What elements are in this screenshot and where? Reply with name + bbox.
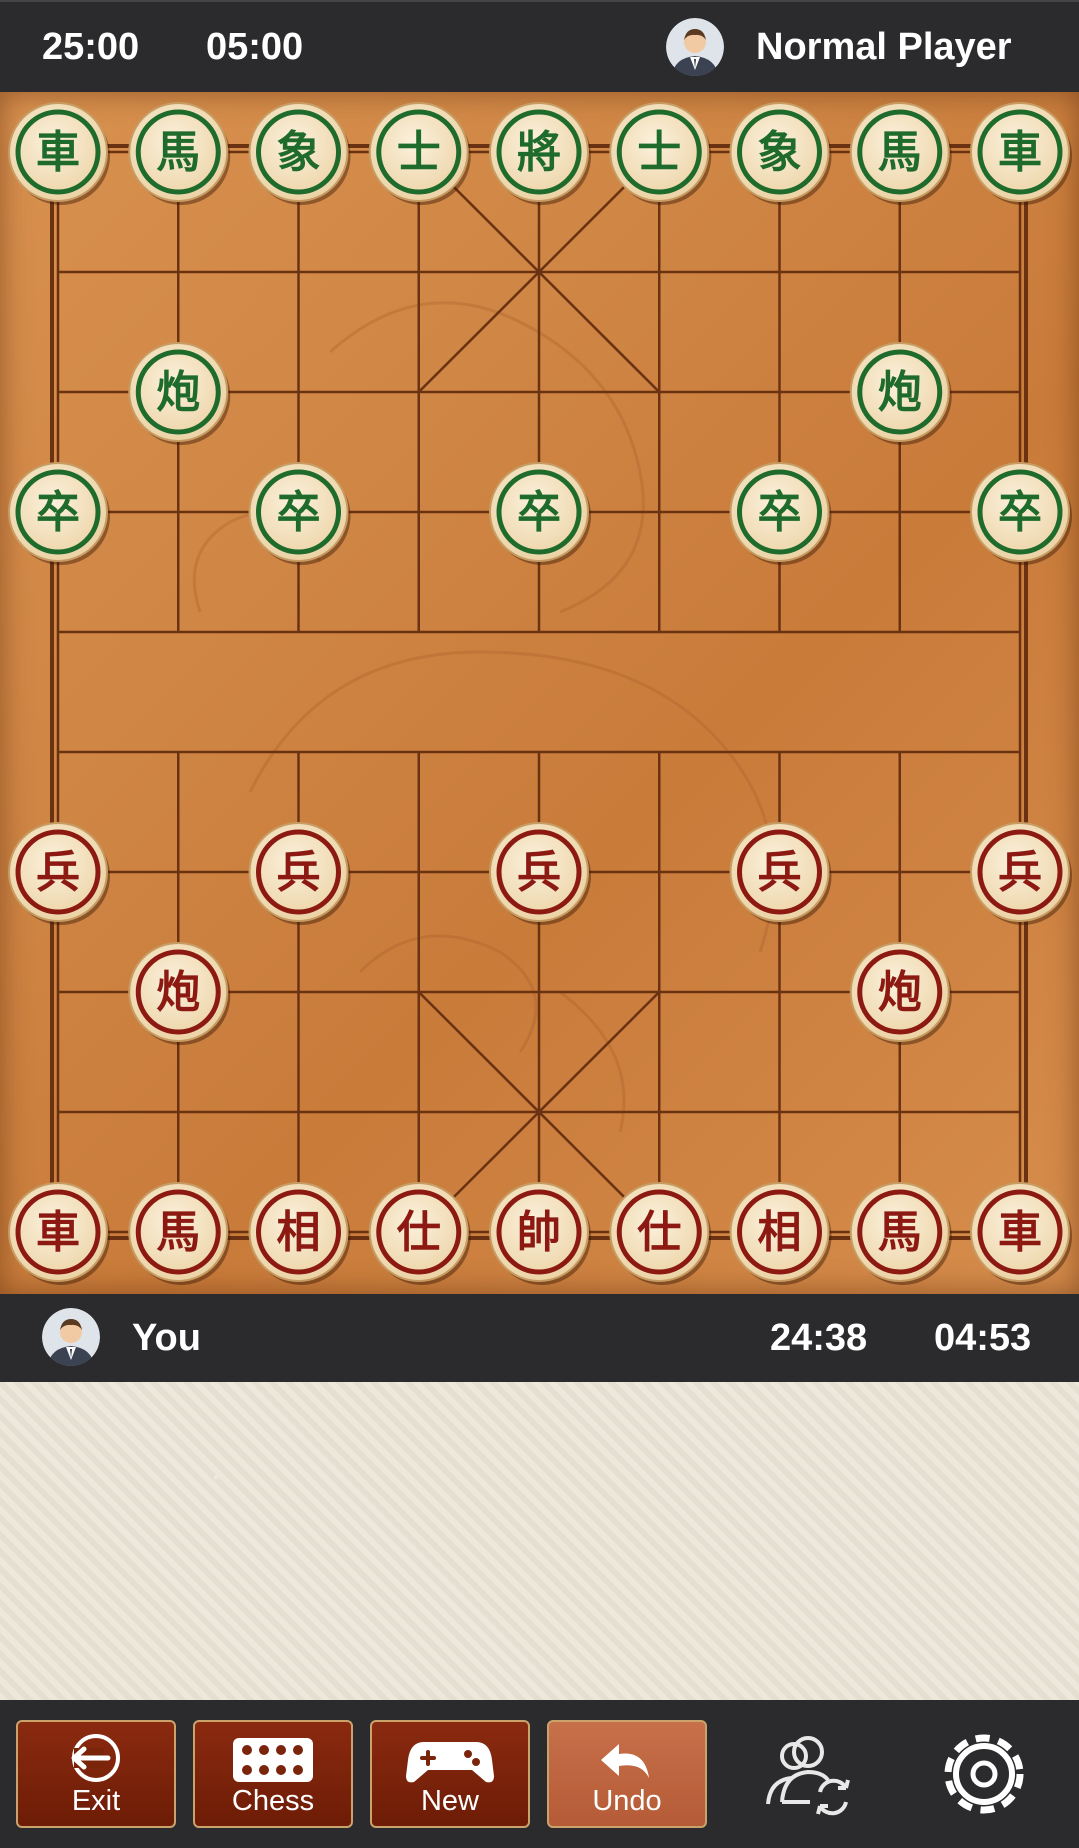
piece-label: 相: [758, 1207, 802, 1258]
green-piece[interactable]: 車: [970, 102, 1072, 205]
player-total-time: 24:38: [770, 1317, 868, 1359]
red-piece[interactable]: 馬: [849, 1182, 952, 1285]
piece-label: 車: [998, 127, 1042, 178]
green-piece[interactable]: 卒: [8, 462, 110, 565]
piece-label: 炮: [156, 967, 200, 1018]
exit-button[interactable]: Exit: [16, 1720, 176, 1828]
piece-label: 卒: [998, 487, 1042, 538]
player-bar: You 24:38 04:53: [0, 1294, 1079, 1382]
piece-label: 兵: [36, 847, 80, 898]
opponent-total-time: 25:00: [42, 26, 140, 68]
undo-button[interactable]: Undo: [547, 1720, 707, 1828]
piece-label: 卒: [277, 487, 321, 538]
red-piece[interactable]: 仕: [609, 1182, 712, 1285]
green-piece[interactable]: 卒: [489, 462, 591, 565]
red-piece[interactable]: 兵: [970, 822, 1072, 925]
red-piece[interactable]: 兵: [8, 822, 110, 925]
piece-label: 馬: [878, 127, 922, 178]
green-piece[interactable]: 象: [248, 102, 351, 205]
exit-label: Exit: [71, 1785, 121, 1817]
red-piece[interactable]: 車: [8, 1182, 110, 1285]
piece-label: 象: [277, 127, 321, 178]
red-piece[interactable]: 兵: [729, 822, 832, 925]
green-piece[interactable]: 炮: [849, 342, 952, 445]
opponent-bar: 25:00 05:00 Normal Player: [0, 0, 1079, 92]
piece-label: 馬: [878, 1207, 922, 1258]
green-piece[interactable]: 卒: [729, 462, 832, 565]
opponent-name: Normal Player: [756, 26, 1012, 68]
piece-label: 馬: [156, 127, 200, 178]
gamepad-icon: [406, 1742, 494, 1783]
piece-label: 卒: [758, 487, 802, 538]
piece-label: 帥: [517, 1207, 561, 1258]
move-history-panel: [0, 1382, 1079, 1700]
piece-label: 卒: [517, 487, 561, 538]
grid-lines: [50, 144, 1028, 1240]
piece-label: 炮: [878, 967, 922, 1018]
red-piece[interactable]: 車: [970, 1182, 1072, 1285]
piece-label: 車: [998, 1207, 1042, 1258]
red-piece[interactable]: 炮: [849, 942, 952, 1045]
new-game-button[interactable]: New: [370, 1720, 530, 1828]
players-swap-icon: [766, 1736, 850, 1816]
red-piece[interactable]: 相: [248, 1182, 351, 1285]
dragon-watermark-icon: [192, 301, 775, 1133]
settings-button[interactable]: [936, 1726, 1032, 1822]
chess-board-icon: [233, 1738, 313, 1782]
opponent-move-time: 05:00: [206, 26, 304, 68]
piece-label: 車: [36, 1207, 80, 1258]
piece-label: 兵: [277, 847, 321, 898]
new-label: New: [420, 1785, 479, 1817]
players-swap-button[interactable]: [760, 1726, 856, 1822]
piece-label: 士: [397, 127, 441, 178]
green-piece[interactable]: 將: [489, 102, 591, 205]
red-piece[interactable]: 仕: [368, 1182, 471, 1285]
xiangqi-board[interactable]: 車馬象士將士象馬車炮炮卒卒卒卒卒兵兵兵兵兵炮炮車馬相仕帥仕相馬車: [0, 92, 1079, 1294]
undo-icon: [601, 1744, 649, 1778]
undo-label: Undo: [592, 1785, 662, 1817]
piece-label: 仕: [397, 1207, 441, 1258]
piece-label: 兵: [758, 847, 802, 898]
piece-label: 炮: [156, 367, 200, 418]
player-name: You: [132, 1317, 201, 1359]
piece-label: 兵: [517, 847, 561, 898]
bottom-toolbar: Exit Chess New Undo: [0, 1700, 1079, 1848]
chess-label: Chess: [231, 1785, 315, 1817]
green-piece[interactable]: 馬: [849, 102, 952, 205]
red-piece[interactable]: 兵: [248, 822, 351, 925]
piece-label: 象: [758, 127, 802, 178]
piece-label: 相: [277, 1207, 321, 1258]
green-piece[interactable]: 卒: [248, 462, 351, 565]
piece-label: 卒: [36, 487, 80, 538]
piece-label: 仕: [637, 1207, 681, 1258]
chess-button[interactable]: Chess: [193, 1720, 353, 1828]
board-grid: 車馬象士將士象馬車炮 炮卒卒卒卒卒兵兵兵兵兵炮 炮車馬相仕帥仕相馬車: [8, 102, 1072, 1285]
red-piece[interactable]: 炮: [128, 942, 231, 1045]
opponent-avatar-icon: [666, 18, 724, 76]
green-piece[interactable]: 士: [609, 102, 712, 205]
piece-label: 將: [517, 127, 561, 178]
player-avatar-icon: [42, 1308, 100, 1366]
green-piece[interactable]: 卒: [970, 462, 1072, 565]
green-piece[interactable]: 車: [8, 102, 110, 205]
green-piece[interactable]: 象: [729, 102, 832, 205]
red-piece[interactable]: 兵: [489, 822, 591, 925]
gear-icon: [944, 1734, 1024, 1814]
piece-label: 車: [36, 127, 80, 178]
piece-label: 士: [637, 127, 681, 178]
green-piece[interactable]: 馬: [128, 102, 231, 205]
red-piece[interactable]: 相: [729, 1182, 832, 1285]
green-piece[interactable]: 炮: [128, 342, 231, 445]
exit-icon: [71, 1734, 120, 1782]
green-piece[interactable]: 士: [368, 102, 471, 205]
player-move-time: 04:53: [934, 1317, 1032, 1359]
red-piece[interactable]: 帥: [489, 1182, 591, 1285]
red-piece[interactable]: 馬: [128, 1182, 231, 1285]
piece-label: 兵: [998, 847, 1042, 898]
piece-label: 炮: [878, 367, 922, 418]
piece-label: 馬: [156, 1207, 200, 1258]
